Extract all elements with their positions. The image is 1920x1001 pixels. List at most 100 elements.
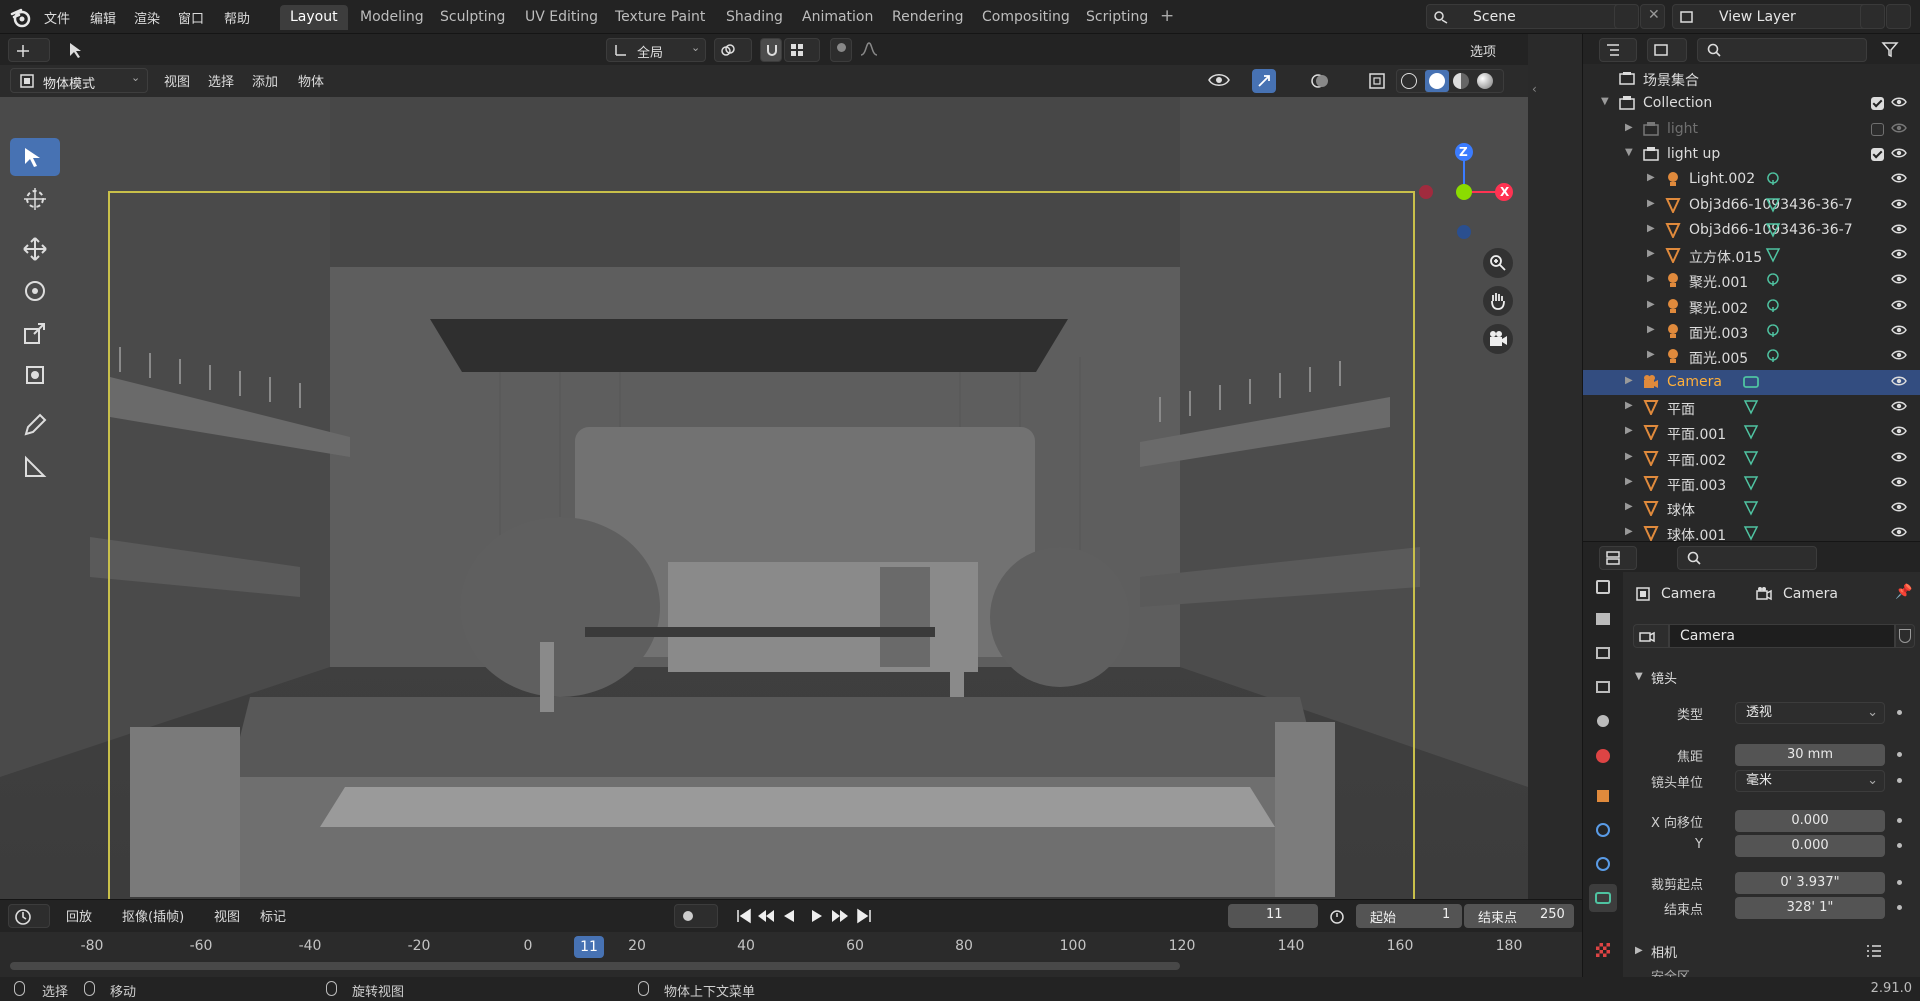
scale-tool[interactable] xyxy=(10,314,60,352)
exclude-checkbox[interactable] xyxy=(1871,97,1884,111)
outliner-row-light[interactable]: ▶ Light.002 xyxy=(1583,167,1920,192)
visibility-eye-icon[interactable] xyxy=(1891,450,1907,464)
zoom-button[interactable] xyxy=(1483,248,1513,278)
stopwatch-icon[interactable] xyxy=(1328,907,1346,925)
playback-menu[interactable]: 回放 xyxy=(66,906,92,925)
chevron-right-icon[interactable]: ▶ xyxy=(1625,526,1633,537)
snap-toggle[interactable] xyxy=(760,38,782,62)
gizmo-toggle[interactable] xyxy=(1252,69,1276,93)
clip-start-field[interactable]: 0' 3.937" xyxy=(1735,872,1885,894)
chevron-right-icon[interactable]: ▶ xyxy=(1635,945,1643,956)
tab-scene[interactable] xyxy=(1589,708,1617,736)
outliner-editor-type-button[interactable] xyxy=(1599,38,1637,62)
keyframe-dot[interactable] xyxy=(1897,778,1902,783)
timeline-view-menu[interactable]: 视图 xyxy=(214,906,240,925)
keyframe-dot[interactable] xyxy=(1897,710,1902,715)
marker-menu[interactable]: 标记 xyxy=(260,906,286,925)
lens-unit-select[interactable]: 毫米 ⌄ xyxy=(1735,770,1885,792)
chevron-right-icon[interactable]: ▶ xyxy=(1647,198,1655,209)
chevron-right-icon[interactable]: ▶ xyxy=(1625,425,1633,436)
tab-layout[interactable]: Layout xyxy=(280,5,348,30)
tab-texture-paint[interactable]: Texture Paint xyxy=(605,5,715,30)
xray-icon[interactable] xyxy=(1368,72,1386,90)
visibility-eye-icon[interactable] xyxy=(1891,298,1907,312)
transform-pivot-button[interactable] xyxy=(60,38,100,62)
outliner-row-mesh[interactable]: ▶ 平面.002 xyxy=(1583,446,1920,471)
visibility-eye-icon[interactable] xyxy=(1891,348,1907,362)
delete-view-layer-button[interactable] xyxy=(1886,4,1911,29)
pin-icon[interactable]: 📌 xyxy=(1895,584,1912,600)
add-workspace-button[interactable]: + xyxy=(1160,6,1174,26)
timeline-scrollbar[interactable] xyxy=(10,962,1180,970)
outliner-row-camera[interactable]: ▶ Camera xyxy=(1583,369,1920,395)
measure-tool[interactable] xyxy=(10,448,60,486)
chevron-right-icon[interactable]: ▶ xyxy=(1625,122,1633,133)
outliner-scene-collection[interactable]: 场景集合 xyxy=(1583,66,1920,91)
list-icon[interactable] xyxy=(1865,944,1883,958)
falloff-select[interactable] xyxy=(856,38,896,62)
lens-section-title[interactable]: 镜头 xyxy=(1651,668,1677,687)
playhead[interactable]: 11 xyxy=(574,936,604,958)
menu-render[interactable]: 渲染 xyxy=(134,8,160,27)
outliner-row-light[interactable]: ▶ 聚光.002 xyxy=(1583,294,1920,319)
outliner-row-collection[interactable]: ▼ Collection xyxy=(1583,91,1920,116)
chevron-right-icon[interactable]: ▶ xyxy=(1625,451,1633,462)
shift-x-field[interactable]: 0.000 xyxy=(1735,810,1885,832)
exclude-checkbox[interactable] xyxy=(1871,147,1884,161)
transform-tool[interactable] xyxy=(10,356,60,394)
tab-sculpting[interactable]: Sculpting xyxy=(430,5,515,30)
visibility-eye-icon[interactable] xyxy=(1891,374,1907,388)
chevron-right-icon[interactable]: ▶ xyxy=(1647,273,1655,284)
keyframe-dot[interactable] xyxy=(1897,905,1902,910)
start-frame-field[interactable]: 起始 1 xyxy=(1356,904,1462,928)
chevron-down-icon[interactable]: ▼ xyxy=(1601,96,1609,107)
outliner-row-light[interactable]: ▶ 面光.003 xyxy=(1583,319,1920,344)
visibility-eye-icon[interactable] xyxy=(1891,247,1907,261)
proportional-edit-toggle[interactable] xyxy=(830,38,852,62)
blender-logo-icon[interactable] xyxy=(10,6,32,28)
chevron-right-icon[interactable]: ▶ xyxy=(1625,400,1633,411)
object-mode-select[interactable]: 物体模式 ⌄ xyxy=(10,68,148,93)
fake-user-toggle[interactable] xyxy=(1895,624,1915,648)
display-mode-select[interactable] xyxy=(1647,38,1687,62)
menu-object[interactable]: 物体 xyxy=(298,71,324,90)
keyframe-dot[interactable] xyxy=(1897,843,1902,848)
options-menu[interactable]: 选项 xyxy=(1460,38,1518,62)
chevron-right-icon[interactable]: ▶ xyxy=(1647,349,1655,360)
chevron-right-icon[interactable]: ▶ xyxy=(1647,324,1655,335)
outliner-row-mesh[interactable]: ▶ 球体 xyxy=(1583,496,1920,521)
delete-scene-button[interactable]: ✕ xyxy=(1640,4,1665,29)
chevron-right-icon[interactable]: ▶ xyxy=(1647,299,1655,310)
cursor-tool[interactable] xyxy=(10,180,60,218)
filter-icon[interactable] xyxy=(1881,41,1903,59)
outliner-row-collection[interactable]: ▶ light xyxy=(1583,117,1920,142)
outliner-row-light[interactable]: ▶ 聚光.001 xyxy=(1583,268,1920,293)
visibility-eye-icon[interactable] xyxy=(1891,121,1907,135)
tab-uv-editing[interactable]: UV Editing xyxy=(515,5,608,30)
visibility-eye-icon[interactable] xyxy=(1891,424,1907,438)
chevron-right-icon[interactable]: ▶ xyxy=(1625,375,1633,386)
new-view-layer-button[interactable] xyxy=(1860,4,1885,29)
outliner-search-input[interactable] xyxy=(1697,38,1867,62)
menu-edit[interactable]: 编辑 xyxy=(90,8,116,27)
timeline-editor-type-button[interactable] xyxy=(8,904,50,928)
lens-type-select[interactable]: 透视 ⌄ xyxy=(1735,702,1885,724)
solid-shading-button[interactable] xyxy=(1425,70,1449,92)
menu-help[interactable]: 帮助 xyxy=(224,8,250,27)
snap-target-select[interactable] xyxy=(784,38,820,62)
exclude-checkbox[interactable] xyxy=(1871,122,1884,136)
tab-tool[interactable] xyxy=(1589,574,1617,602)
editor-type-button[interactable] xyxy=(8,38,50,62)
camera-section-title[interactable]: 相机 xyxy=(1651,942,1677,961)
timeline-ruler[interactable]: -80 -60 -40 -20 0 20 40 60 80 100 120 14… xyxy=(0,932,1582,960)
visibility-eye-icon[interactable] xyxy=(1891,323,1907,337)
chevron-down-icon[interactable]: ▼ xyxy=(1625,147,1633,158)
chevron-right-icon[interactable]: ▶ xyxy=(1647,223,1655,234)
visibility-eye-icon[interactable] xyxy=(1891,272,1907,286)
pan-button[interactable] xyxy=(1483,286,1513,316)
camera-view-button[interactable] xyxy=(1483,324,1513,354)
current-frame-field[interactable]: 11 xyxy=(1228,904,1318,928)
playback-controls[interactable] xyxy=(736,908,876,924)
visibility-eye-icon[interactable] xyxy=(1891,146,1907,160)
menu-file[interactable]: 文件 xyxy=(44,8,70,27)
